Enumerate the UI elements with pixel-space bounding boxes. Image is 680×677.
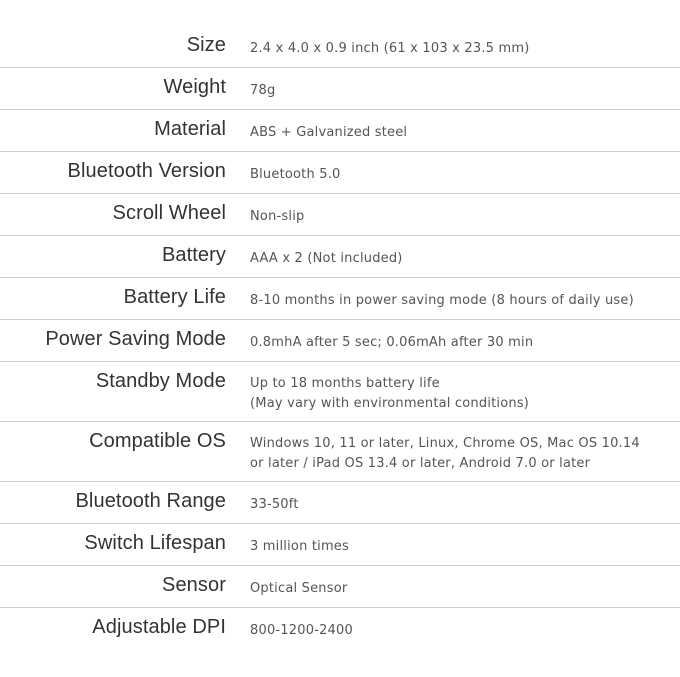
- spec-value: Up to 18 months battery life (May vary w…: [250, 376, 530, 411]
- spec-label: Battery: [161, 244, 226, 266]
- spec-row-bluetooth-version: Bluetooth Version Bluetooth 5.0: [0, 152, 680, 194]
- spec-row-standby-mode: Standby Mode Up to 18 months battery lif…: [0, 362, 680, 422]
- spec-label: Switch Lifespan: [84, 532, 226, 554]
- spec-label: Scroll Wheel: [112, 202, 226, 224]
- spec-label: Bluetooth Range: [75, 490, 226, 512]
- spec-value: 78g: [250, 83, 276, 98]
- spec-value: 3 million times: [250, 539, 349, 554]
- spec-value: AAA x 2 (Not included): [250, 251, 403, 266]
- spec-label: Battery Life: [123, 286, 226, 308]
- spec-value: ABS + Galvanized steel: [250, 125, 408, 140]
- spec-row-scroll-wheel: Scroll Wheel Non-slip: [0, 194, 680, 236]
- spec-row-adjustable-dpi: Adjustable DPI 800-1200-2400: [0, 608, 680, 650]
- spec-label: Size: [186, 34, 226, 56]
- spec-row-battery: Battery AAA x 2 (Not included): [0, 236, 680, 278]
- spec-label: Adjustable DPI: [92, 616, 226, 638]
- spec-label: Compatible OS: [89, 430, 226, 452]
- spec-value: Windows 10, 11 or later, Linux, Chrome O…: [250, 436, 640, 471]
- spec-value: 8-10 months in power saving mode (8 hour…: [250, 293, 634, 308]
- spec-value: 2.4 x 4.0 x 0.9 inch (61 x 103 x 23.5 mm…: [250, 41, 530, 56]
- spec-label: Bluetooth Version: [67, 160, 226, 182]
- spec-label: Power Saving Mode: [45, 328, 226, 350]
- spec-row-battery-life: Battery Life 8-10 months in power saving…: [0, 278, 680, 320]
- spec-value: 800-1200-2400: [250, 623, 353, 638]
- spec-row-size: Size 2.4 x 4.0 x 0.9 inch (61 x 103 x 23…: [0, 26, 680, 68]
- spec-label: Weight: [163, 76, 226, 98]
- spec-row-sensor: Sensor Optical Sensor: [0, 566, 680, 608]
- spec-row-material: Material ABS + Galvanized steel: [0, 110, 680, 152]
- spec-value: 0.8mhA after 5 sec; 0.06mAh after 30 min: [250, 335, 534, 350]
- spec-label: Sensor: [162, 574, 226, 596]
- spec-row-switch-lifespan: Switch Lifespan 3 million times: [0, 524, 680, 566]
- spec-row-bluetooth-range: Bluetooth Range 33-50ft: [0, 482, 680, 524]
- spec-row-weight: Weight 78g: [0, 68, 680, 110]
- spec-value: Bluetooth 5.0: [250, 167, 341, 182]
- spec-value: 33-50ft: [250, 497, 299, 512]
- spec-value: Non-slip: [250, 209, 305, 224]
- spec-label: Standby Mode: [95, 370, 226, 392]
- spec-row-power-saving-mode: Power Saving Mode 0.8mhA after 5 sec; 0.…: [0, 320, 680, 362]
- spec-label: Material: [154, 118, 226, 140]
- spec-table: Size 2.4 x 4.0 x 0.9 inch (61 x 103 x 23…: [0, 26, 680, 650]
- spec-value: Optical Sensor: [250, 581, 348, 596]
- spec-row-compatible-os: Compatible OS Windows 10, 11 or later, L…: [0, 422, 680, 482]
